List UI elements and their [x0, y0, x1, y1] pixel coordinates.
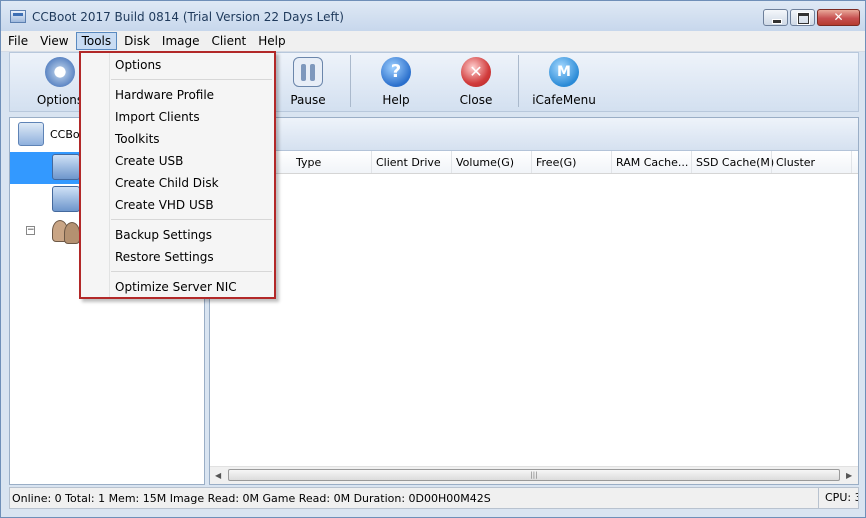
scroll-thumb[interactable]: ||| — [228, 469, 840, 481]
app-icon — [10, 10, 26, 23]
menu-image[interactable]: Image — [157, 33, 205, 49]
tools-dropdown-menu: Options Hardware Profile Import Clients … — [79, 51, 276, 299]
column-divider[interactable] — [691, 151, 692, 173]
close-window-button[interactable]: ✕ — [817, 9, 860, 26]
icafemenu-label: iCafeMenu — [532, 93, 596, 107]
col-cluster[interactable]: Cluster — [776, 156, 815, 169]
col-volume[interactable]: Volume(G) — [456, 156, 514, 169]
content-pane: Type Client Drive Volume(G) Free(G) RAM … — [209, 117, 859, 485]
menu-item-create-vhd-usb[interactable]: Create VHD USB — [115, 198, 214, 212]
menu-file[interactable]: File — [3, 33, 33, 49]
users-icon[interactable] — [52, 218, 80, 244]
menu-item-create-child-disk[interactable]: Create Child Disk — [115, 176, 219, 190]
title-bar[interactable]: CCBoot 2017 Build 0814 (Trial Version 22… — [1, 1, 865, 31]
status-bar: Online: 0 Total: 1 Mem: 15M Image Read: … — [9, 487, 859, 509]
pause-icon — [293, 57, 323, 87]
toolbar-separator — [518, 55, 519, 107]
menu-item-create-usb[interactable]: Create USB — [115, 154, 183, 168]
collapse-icon[interactable]: − — [26, 226, 35, 235]
help-icon: ? — [381, 57, 411, 87]
pane-header — [210, 118, 858, 151]
menu-disk[interactable]: Disk — [119, 33, 155, 49]
minimize-button[interactable] — [763, 9, 788, 26]
window-title: CCBoot 2017 Build 0814 (Trial Version 22… — [32, 10, 344, 24]
scroll-left-icon[interactable]: ◀ — [215, 471, 221, 480]
column-divider[interactable] — [611, 151, 612, 173]
col-ram-cache[interactable]: RAM Cache... — [616, 156, 688, 169]
column-divider[interactable] — [851, 151, 852, 173]
close-button[interactable]: ✕ Close — [441, 57, 511, 107]
menu-item-options[interactable]: Options — [115, 58, 161, 72]
table-header: Type Client Drive Volume(G) Free(G) RAM … — [210, 151, 858, 174]
server-disk-icon[interactable] — [52, 154, 80, 180]
menu-item-import-clients[interactable]: Import Clients — [115, 110, 200, 124]
close-icon: ✕ — [461, 57, 491, 87]
pause-label: Pause — [290, 93, 326, 107]
menu-item-toolkits[interactable]: Toolkits — [115, 132, 160, 146]
pause-button[interactable]: Pause — [273, 57, 343, 107]
menu-client[interactable]: Client — [207, 33, 252, 49]
menu-view[interactable]: View — [35, 33, 73, 49]
menu-bar: File View Tools Disk Image Client Help — [1, 31, 865, 52]
horizontal-scrollbar[interactable]: ◀ ||| ▶ — [210, 466, 858, 484]
help-label: Help — [382, 93, 410, 107]
app-window: CCBoot 2017 Build 0814 (Trial Version 22… — [0, 0, 866, 518]
icafemenu-icon: M — [549, 57, 579, 87]
toolbar-separator — [350, 55, 351, 107]
menu-item-restore-settings[interactable]: Restore Settings — [115, 250, 214, 264]
menu-separator — [111, 79, 272, 80]
gear-icon — [45, 57, 75, 87]
menu-item-hardware-profile[interactable]: Hardware Profile — [115, 88, 214, 102]
column-divider[interactable] — [451, 151, 452, 173]
window-controls: ✕ — [763, 9, 860, 26]
icafemenu-button[interactable]: M iCafeMenu — [529, 57, 599, 107]
status-text: Online: 0 Total: 1 Mem: 15M Image Read: … — [12, 492, 491, 505]
close-label: Close — [459, 93, 493, 107]
cpu-status: CPU: 3% — [818, 488, 858, 508]
menu-help[interactable]: Help — [253, 33, 290, 49]
column-divider[interactable] — [371, 151, 372, 173]
col-free[interactable]: Free(G) — [536, 156, 576, 169]
col-type[interactable]: Type — [296, 156, 321, 169]
home-icon[interactable] — [18, 122, 44, 146]
column-divider[interactable] — [771, 151, 772, 173]
menu-tools[interactable]: Tools — [75, 32, 118, 50]
col-ssd-cache[interactable]: SSD Cache(M) — [696, 156, 774, 169]
col-client-drive[interactable]: Client Drive — [376, 156, 441, 169]
column-divider[interactable] — [531, 151, 532, 173]
help-button[interactable]: ? Help — [361, 57, 431, 107]
menu-separator — [111, 219, 272, 220]
menu-separator — [111, 271, 272, 272]
scroll-right-icon[interactable]: ▶ — [846, 471, 852, 480]
menu-item-backup-settings[interactable]: Backup Settings — [115, 228, 212, 242]
maximize-button[interactable] — [790, 9, 815, 26]
windows-disk-icon[interactable] — [52, 186, 80, 212]
menu-gutter — [109, 53, 110, 297]
menu-item-optimize-server-nic[interactable]: Optimize Server NIC — [115, 280, 237, 294]
